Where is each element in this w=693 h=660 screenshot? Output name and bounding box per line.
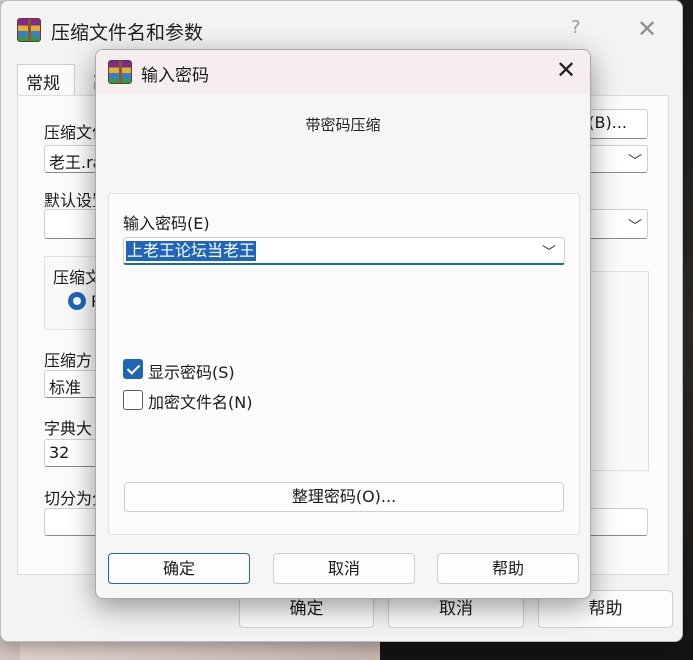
taskbar-strip (380, 640, 693, 660)
winrar-app-icon (108, 60, 132, 84)
password-dialog-subtitle: 带密码压缩 (305, 116, 381, 134)
compression-method-label: 压缩方 (44, 351, 93, 370)
close-icon[interactable]: ✕ (637, 15, 657, 43)
main-window-title: 压缩文件名和参数 (51, 22, 204, 44)
default-profile-label: 默认设置 (44, 191, 99, 210)
cancel-button[interactable]: 取消 (273, 553, 415, 584)
password-dialog-titlebar[interactable]: 输入密码 ✕ (96, 50, 590, 94)
tab-general[interactable]: 常规 (17, 64, 75, 96)
dictionary-size-label: 字典大 (44, 419, 93, 438)
chevron-down-icon: ﹀ (628, 154, 642, 170)
encrypt-filenames-checkbox[interactable] (123, 390, 143, 410)
password-text: 上老王论坛当老王 (126, 241, 257, 261)
show-password-label[interactable]: 显示密码(S) (148, 359, 235, 383)
rar-format-radio[interactable] (68, 292, 86, 310)
close-icon[interactable]: ✕ (556, 56, 576, 84)
password-dialog-title: 输入密码 (141, 66, 209, 86)
enter-password-dialog: 输入密码 ✕ 带密码压缩 输入密码(E) 上老王论坛当老王 ﹀ 显示密码(S) … (95, 49, 591, 599)
chevron-down-icon[interactable]: ﹀ (542, 242, 556, 262)
show-password-checkbox[interactable] (123, 359, 143, 379)
archive-name-label: 压缩文件 (44, 123, 99, 142)
password-input[interactable]: 上老王论坛当老王 ﹀ (123, 237, 565, 265)
ok-button[interactable]: 确定 (108, 553, 250, 584)
enter-password-label: 输入密码(E) (123, 214, 210, 233)
split-volumes-label: 切分为分 (44, 489, 99, 508)
organize-passwords-button[interactable]: 整理密码(O)... (124, 482, 564, 512)
chevron-down-icon: ﹀ (628, 219, 642, 235)
help-button[interactable]: 帮助 (437, 553, 579, 584)
winrar-app-icon (17, 18, 41, 42)
encrypt-filenames-label[interactable]: 加密文件名(N) (148, 389, 252, 413)
help-icon[interactable]: ? (571, 17, 581, 38)
